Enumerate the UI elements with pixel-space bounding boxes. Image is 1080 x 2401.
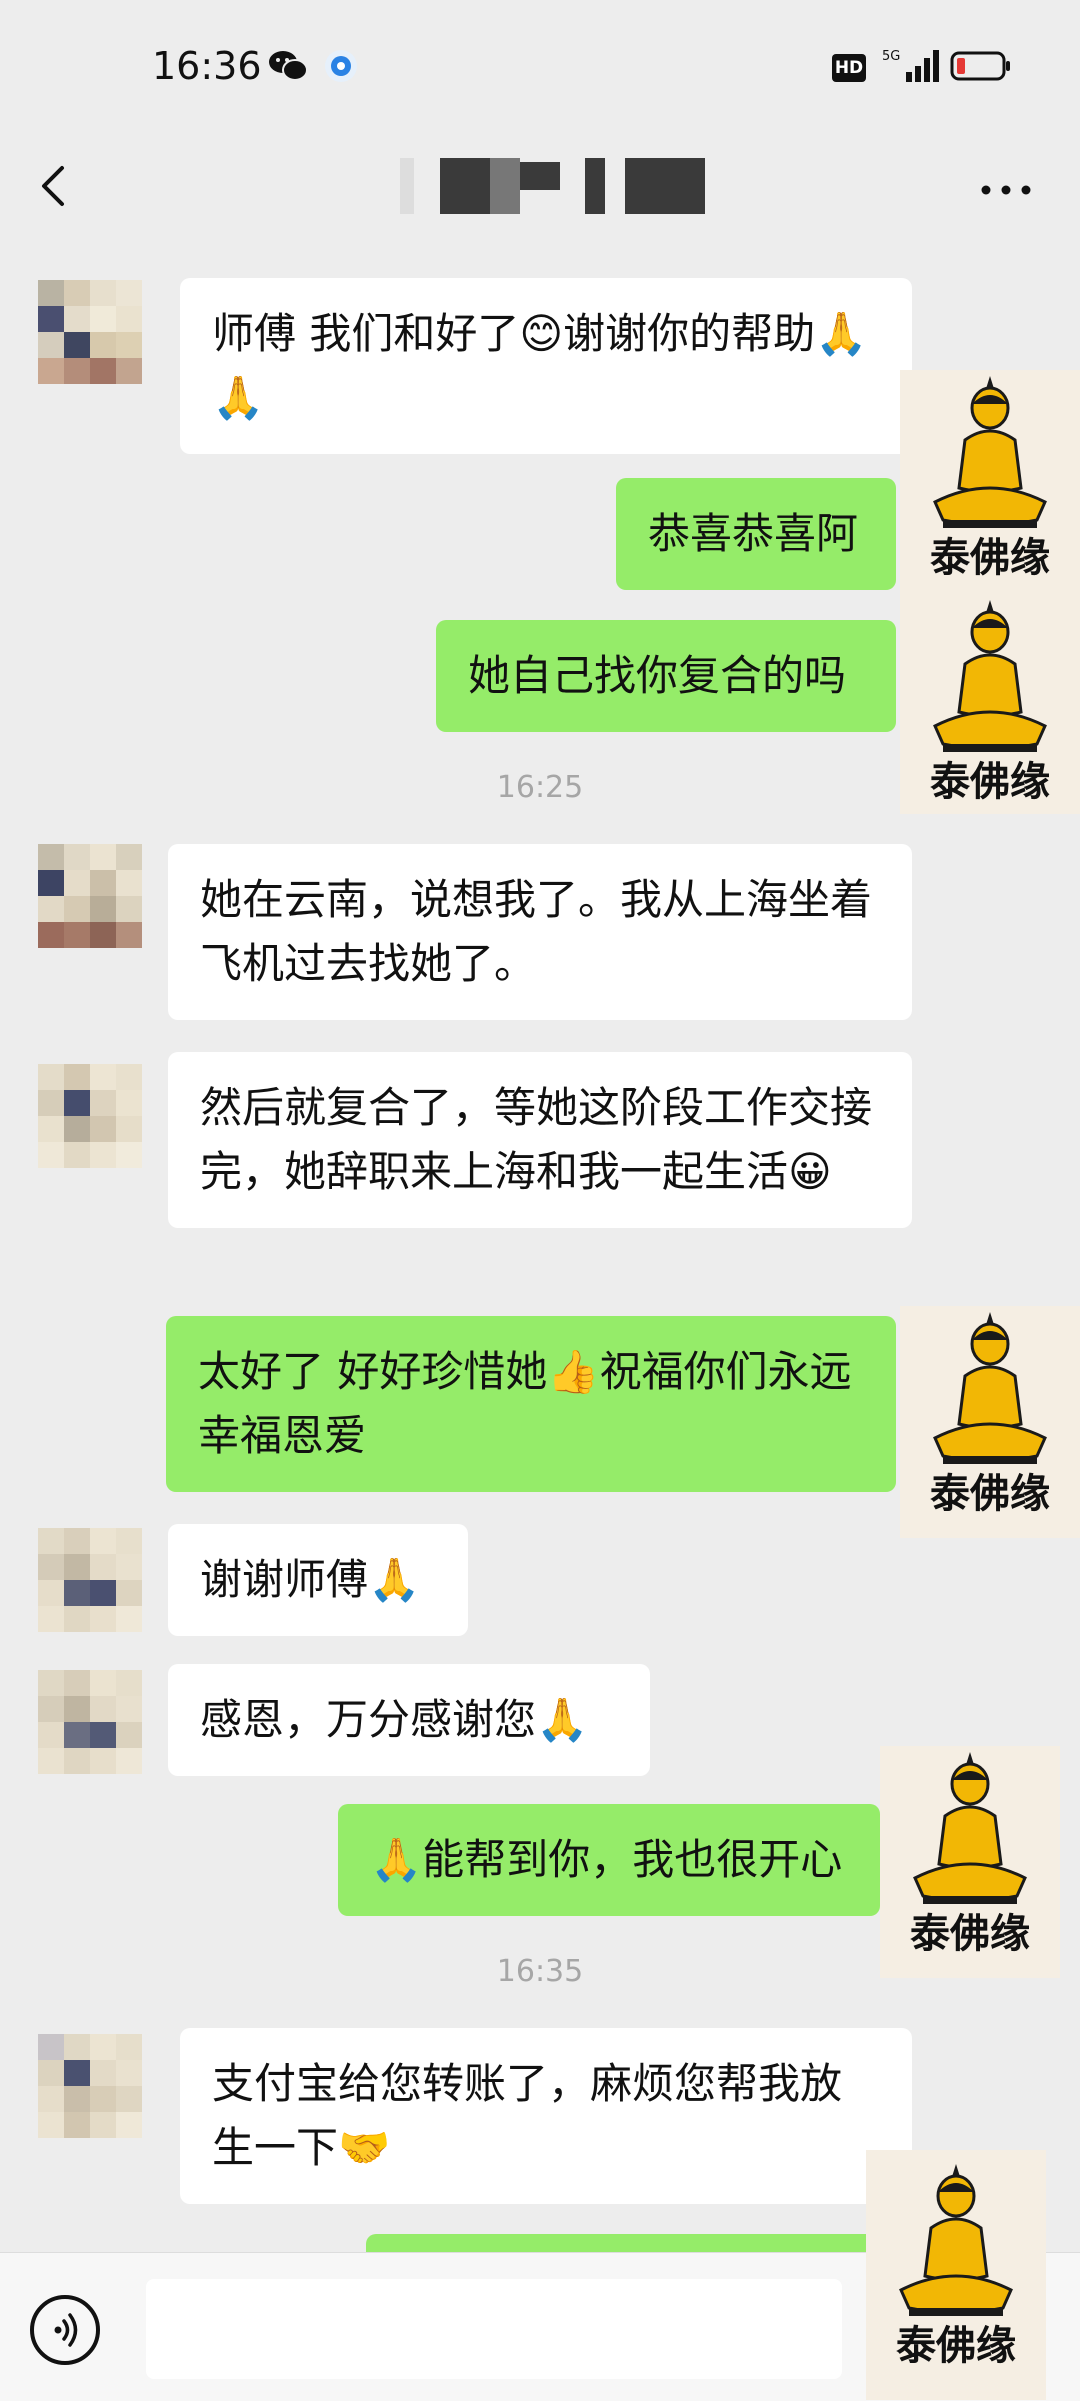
avatar[interactable] (38, 2034, 142, 2138)
status-bar: 16:36 HD 5G (0, 0, 1080, 138)
message-text: 师傅 我们和好了😊谢谢你的帮助🙏🙏 (212, 309, 868, 422)
buddha-icon (899, 2164, 1013, 2316)
battery-icon (950, 48, 1012, 84)
buddha-icon (913, 1752, 1027, 1904)
message-text: 谢谢师傅🙏 (200, 1555, 421, 1604)
watermark-stamp: 泰佛缘 (900, 594, 1080, 814)
chat-header (0, 138, 1080, 242)
message-text: 🙏能帮到你，我也很开心 (370, 1835, 843, 1884)
message-text: 她自己找你复合的吗 (468, 651, 847, 700)
avatar[interactable] (38, 280, 142, 384)
avatar[interactable] (38, 844, 142, 948)
message-text: 她在云南，说想我了。我从上海坐着飞机过去找她了。 (200, 875, 873, 988)
voice-icon[interactable] (30, 2295, 100, 2365)
message-incoming[interactable]: 感恩，万分感谢您🙏 (168, 1664, 650, 1776)
watermark-text: 泰佛缘 (896, 2323, 1016, 2369)
message-outgoing[interactable]: 恭喜恭喜阿 (616, 478, 896, 590)
watermark-stamp: 泰佛缘 (866, 2150, 1046, 2400)
message-text: 太好了 好好珍惜她👍祝福你们永远幸福恩爱 (198, 1347, 852, 1460)
message-text: 然后就复合了，等她这阶段工作交接完，她辞职来上海和我一起生活😀 (200, 1083, 873, 1196)
watermark-text: 泰佛缘 (930, 1471, 1050, 1517)
buddha-icon (933, 600, 1047, 752)
watermark-text: 泰佛缘 (930, 535, 1050, 581)
contact-name-blurred (400, 158, 710, 218)
status-time: 16:36 (152, 44, 262, 88)
buddha-icon (933, 376, 1047, 528)
back-arrow-icon[interactable] (30, 156, 90, 216)
message-incoming[interactable]: 谢谢师傅🙏 (168, 1524, 468, 1636)
chat-area[interactable]: 师傅 我们和好了😊谢谢你的帮助🙏🙏 恭喜恭喜阿 她自己找你复合的吗 16:25 … (0, 242, 1080, 2294)
watermark-text: 泰佛缘 (930, 759, 1050, 805)
avatar[interactable] (38, 1528, 142, 1632)
network-label: 5G (882, 49, 900, 64)
message-outgoing[interactable]: 🙏能帮到你，我也很开心 (338, 1804, 880, 1916)
signal-icon: 5G (880, 48, 940, 84)
hd-icon: HD (832, 54, 866, 82)
buddha-icon (933, 1312, 1047, 1464)
message-incoming[interactable]: 她在云南，说想我了。我从上海坐着飞机过去找她了。 (168, 844, 912, 1020)
watermark-stamp: 泰佛缘 (900, 1306, 1080, 1538)
message-text: 感恩，万分感谢您🙏 (200, 1695, 589, 1744)
message-outgoing[interactable]: 她自己找你复合的吗 (436, 620, 896, 732)
message-incoming[interactable]: 师傅 我们和好了😊谢谢你的帮助🙏🙏 (180, 278, 912, 454)
message-incoming[interactable]: 支付宝给您转账了，麻烦您帮我放生一下🤝 (180, 2028, 912, 2204)
wechat-icon (268, 48, 308, 84)
message-text: 支付宝给您转账了，麻烦您帮我放生一下🤝 (212, 2059, 843, 2172)
avatar[interactable] (38, 1064, 142, 1168)
watermark-text: 泰佛缘 (910, 1911, 1030, 1957)
watermark-stamp: 泰佛缘 (880, 1746, 1060, 1978)
more-icon[interactable] (976, 170, 1036, 210)
message-incoming[interactable]: 然后就复合了，等她这阶段工作交接完，她辞职来上海和我一起生活😀 (168, 1052, 912, 1228)
watermark-stamp: 泰佛缘 (900, 370, 1080, 594)
location-icon (322, 48, 360, 84)
message-input[interactable] (146, 2279, 842, 2379)
message-text: 恭喜恭喜阿 (648, 509, 859, 558)
avatar[interactable] (38, 1670, 142, 1774)
message-outgoing[interactable]: 太好了 好好珍惜她👍祝福你们永远幸福恩爱 (166, 1316, 896, 1492)
